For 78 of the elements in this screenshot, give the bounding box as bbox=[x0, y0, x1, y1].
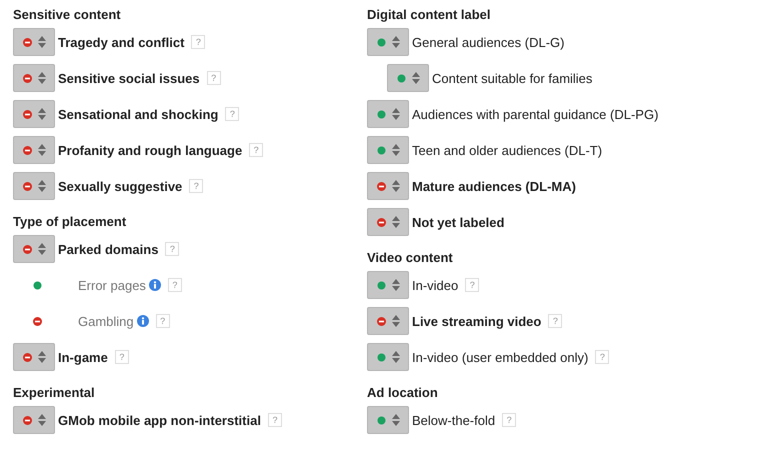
option-label: Sexually suggestive bbox=[58, 178, 182, 194]
option-label: In-video (user embedded only) bbox=[412, 350, 588, 364]
sort-caret-icon bbox=[38, 243, 46, 255]
help-icon[interactable]: ? bbox=[595, 350, 610, 364]
status-dropdown[interactable] bbox=[13, 235, 55, 263]
status-dropdown[interactable] bbox=[367, 172, 409, 200]
status-dropdown[interactable] bbox=[367, 136, 409, 164]
help-icon[interactable]: ? bbox=[168, 278, 182, 292]
status-dropdown[interactable] bbox=[13, 172, 55, 200]
help-icon[interactable]: ? bbox=[268, 413, 282, 427]
status-dropdown[interactable] bbox=[13, 64, 55, 92]
option-label: General audiences (DL-G) bbox=[412, 34, 564, 50]
help-icon[interactable]: ? bbox=[225, 107, 240, 121]
status-dropdown[interactable] bbox=[13, 28, 55, 56]
option-label: In-video bbox=[412, 278, 458, 292]
sort-caret-icon bbox=[392, 414, 400, 426]
status-dropdown[interactable] bbox=[367, 406, 409, 434]
help-icon[interactable]: ? bbox=[156, 314, 170, 328]
status-dropdown[interactable] bbox=[13, 406, 55, 434]
help-icon[interactable]: ? bbox=[206, 71, 221, 85]
sort-caret-icon bbox=[392, 144, 400, 156]
option-label: Live streaming video bbox=[412, 314, 542, 328]
option-label: Parked domains bbox=[58, 242, 158, 256]
help-icon[interactable]: ? bbox=[165, 242, 180, 256]
help-icon[interactable]: ? bbox=[189, 179, 204, 193]
status-dropdown[interactable] bbox=[13, 136, 55, 164]
section-heading: Digital content label bbox=[367, 6, 491, 24]
sort-caret-icon bbox=[392, 180, 400, 192]
sort-caret-icon bbox=[38, 351, 46, 363]
option-label: Audiences with parental guidance (DL-PG) bbox=[412, 106, 658, 122]
sort-caret-icon bbox=[392, 108, 400, 120]
section-heading: Sensitive content bbox=[13, 6, 121, 24]
status-dropdown[interactable] bbox=[367, 307, 409, 335]
sort-caret-icon bbox=[392, 351, 400, 363]
option-label: Error pages bbox=[78, 278, 146, 292]
section-heading: Video content bbox=[367, 249, 453, 267]
option-label: Not yet labeled bbox=[412, 214, 504, 230]
status-dropdown[interactable] bbox=[387, 64, 429, 92]
sort-caret-icon bbox=[392, 315, 400, 327]
sort-caret-icon bbox=[38, 414, 46, 426]
section-heading: Experimental bbox=[13, 384, 95, 402]
help-icon[interactable]: ? bbox=[114, 350, 129, 364]
help-icon[interactable]: ? bbox=[191, 35, 206, 49]
sort-caret-icon bbox=[38, 144, 46, 156]
option-label: Content suitable for families bbox=[432, 70, 592, 86]
status-dropdown[interactable] bbox=[367, 100, 409, 128]
sort-caret-icon bbox=[38, 108, 46, 120]
sort-caret-icon bbox=[392, 36, 400, 48]
help-icon[interactable]: ? bbox=[548, 314, 562, 328]
status-dropdown[interactable] bbox=[13, 343, 55, 371]
sort-caret-icon bbox=[392, 279, 400, 291]
status-dropdown[interactable] bbox=[367, 343, 409, 371]
help-icon[interactable]: ? bbox=[249, 143, 264, 157]
option-label: Tragedy and conflict bbox=[58, 34, 184, 50]
option-label: Below-the-fold bbox=[412, 412, 496, 428]
option-label: Sensational and shocking bbox=[58, 106, 218, 122]
status-dropdown[interactable] bbox=[367, 271, 409, 299]
option-label: Mature audiences (DL-MA) bbox=[412, 178, 576, 194]
info-icon[interactable] bbox=[136, 315, 149, 327]
sort-caret-icon bbox=[38, 36, 46, 48]
status-dropdown[interactable] bbox=[13, 100, 55, 128]
section-heading: Ad location bbox=[367, 384, 438, 402]
option-label: In-game bbox=[58, 350, 108, 364]
help-icon[interactable]: ? bbox=[465, 278, 480, 292]
sort-caret-icon bbox=[38, 180, 46, 192]
info-icon[interactable] bbox=[148, 279, 161, 291]
option-label: GMob mobile app non-interstitial bbox=[58, 412, 261, 428]
sort-caret-icon bbox=[412, 72, 420, 84]
option-label: Sensitive social issues bbox=[58, 70, 200, 86]
help-icon[interactable]: ? bbox=[502, 413, 516, 427]
status-dropdown[interactable] bbox=[367, 208, 409, 236]
sort-caret-icon bbox=[38, 72, 46, 84]
option-label: Teen and older audiences (DL-T) bbox=[412, 142, 602, 158]
sort-caret-icon bbox=[392, 216, 400, 228]
option-label: Profanity and rough language bbox=[58, 142, 242, 158]
section-heading: Type of placement bbox=[13, 213, 126, 231]
option-label: Gambling bbox=[78, 314, 134, 328]
status-dropdown[interactable] bbox=[367, 28, 409, 56]
